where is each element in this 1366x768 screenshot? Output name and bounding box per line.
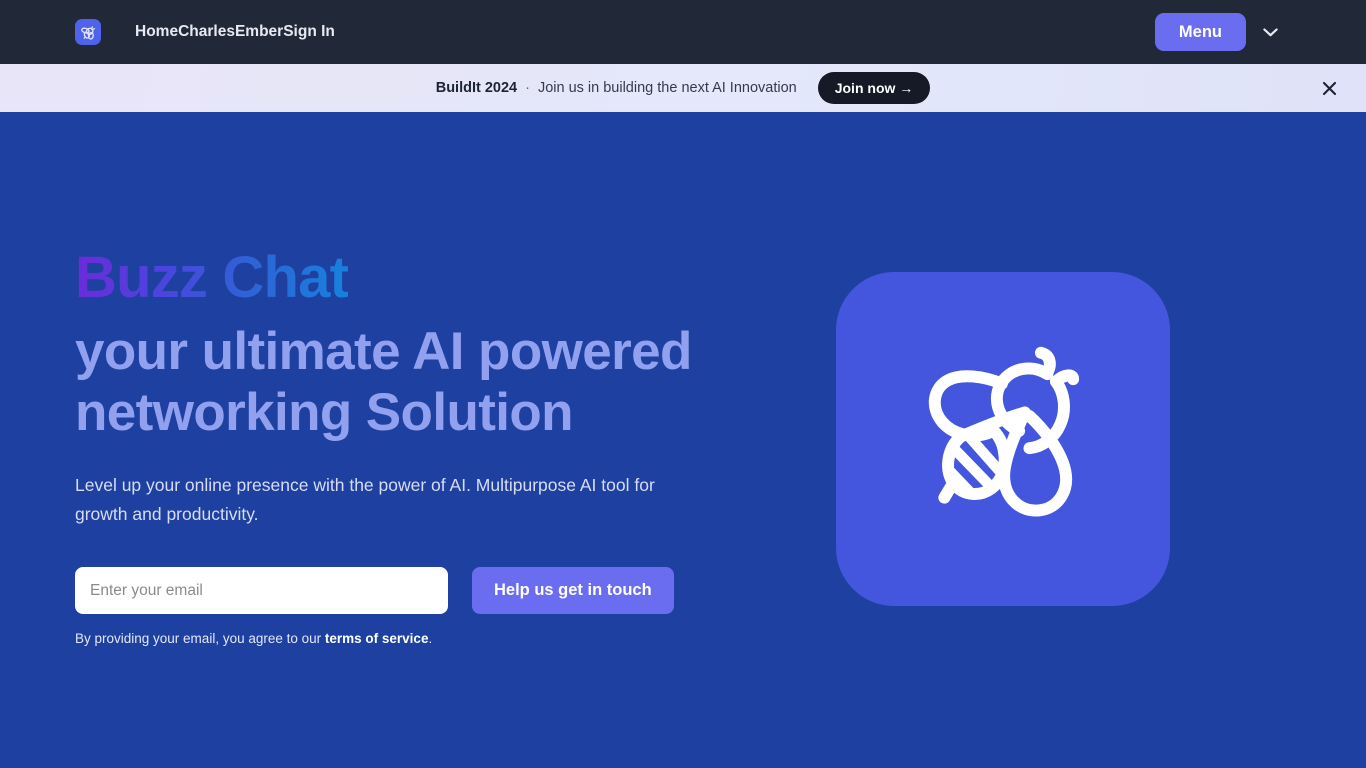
announcement-banner: BuildIt 2024 · Join us in building the n… — [0, 64, 1366, 112]
hero-brand-title: Buzz Chat — [75, 245, 349, 310]
bee-logo-icon[interactable] — [75, 19, 101, 45]
hero-content: Buzz Chat your ultimate AI powered netwo… — [75, 112, 715, 646]
submit-email-button[interactable]: Help us get in touch — [472, 567, 674, 615]
terms-prefix-text: By providing your email, you agree to ou… — [75, 631, 325, 647]
terms-of-service-link[interactable]: terms of service — [325, 631, 429, 646]
terms-suffix-text: . — [428, 631, 433, 647]
nav-links-list: Home Charles Ember Sign In — [135, 23, 335, 41]
announcement-banner-content: BuildIt 2024 · Join us in building the n… — [436, 72, 931, 104]
announcement-title: BuildIt 2024 — [435, 80, 518, 96]
nav-left-group: Home Charles Ember Sign In — [75, 19, 335, 45]
hero-illustration-area — [715, 112, 1291, 606]
nav-link-ember[interactable]: Ember — [235, 17, 283, 46]
email-signup-form: Help us get in touch — [75, 567, 715, 615]
announcement-message: Join us in building the next AI Innovati… — [537, 80, 797, 96]
bee-illustration-card — [836, 272, 1170, 606]
nav-item-charles: Charles — [178, 23, 235, 41]
top-navigation-bar: Home Charles Ember Sign In Menu — [0, 0, 1366, 64]
nav-item-sign-in: Sign In — [283, 23, 335, 41]
nav-link-charles[interactable]: Charles — [178, 17, 235, 46]
hero-section: Buzz Chat your ultimate AI powered netwo… — [0, 112, 1366, 768]
nav-right-group: Menu — [1154, 12, 1280, 52]
announcement-separator: · — [525, 80, 530, 96]
nav-item-home: Home — [135, 23, 178, 41]
hero-subtext: Level up your online presence with the p… — [75, 475, 655, 524]
nav-link-home[interactable]: Home — [135, 17, 178, 46]
terms-disclaimer: By providing your email, you agree to ou… — [75, 631, 715, 646]
close-icon[interactable] — [1316, 75, 1342, 101]
bee-icon — [928, 346, 1080, 517]
join-now-button[interactable]: Join now → — [817, 72, 931, 104]
hero-heading: your ultimate AI powered networking Solu… — [75, 322, 692, 443]
menu-button[interactable]: Menu — [1154, 12, 1246, 52]
email-input[interactable] — [75, 567, 448, 615]
nav-link-sign-in[interactable]: Sign In — [283, 17, 335, 46]
nav-item-ember: Ember — [235, 23, 283, 41]
chevron-down-icon[interactable] — [1260, 22, 1280, 42]
